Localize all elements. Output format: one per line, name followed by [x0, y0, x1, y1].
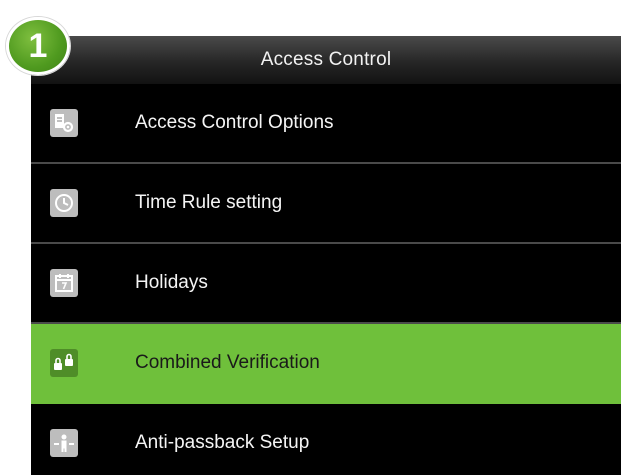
menu-item-combined-verification[interactable]: Combined Verification: [31, 324, 621, 404]
menu-list: Access Control Options Time Rule setting: [31, 84, 621, 475]
clock-icon: [50, 189, 78, 217]
screen: 1 Access Control Access Control Options: [0, 0, 621, 475]
anti-passback-icon: [50, 429, 78, 457]
page-title: Access Control: [260, 49, 392, 70]
menu-item-access-control-options[interactable]: Access Control Options: [31, 84, 621, 164]
menu-item-anti-passback-setup[interactable]: Anti-passback Setup: [31, 404, 621, 475]
menu-item-label: Time Rule setting: [135, 192, 283, 213]
step-badge: 1: [6, 17, 70, 75]
menu-item-label: Combined Verification: [135, 352, 320, 373]
locks-icon: [50, 349, 78, 377]
menu-item-label: Holidays: [135, 272, 208, 293]
menu-item-label: Anti-passback Setup: [135, 432, 310, 453]
menu-item-time-rule-setting[interactable]: Time Rule setting: [31, 164, 621, 244]
calendar-icon: [50, 269, 78, 297]
device-screen: Access Control Access Control Options Ti…: [31, 36, 621, 475]
title-bar: Access Control: [31, 36, 621, 84]
menu-item-label: Access Control Options: [135, 112, 334, 133]
settings-document-icon: [50, 109, 78, 137]
menu-item-holidays[interactable]: Holidays: [31, 244, 621, 324]
